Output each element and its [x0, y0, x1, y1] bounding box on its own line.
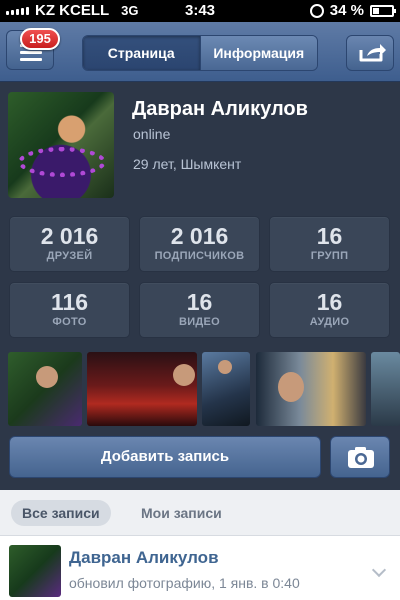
filter-all-posts[interactable]: Все записи: [11, 500, 111, 526]
stat-value: 2 016: [40, 223, 99, 249]
camera-icon: [348, 447, 374, 468]
profile-name: Давран Аликулов: [132, 98, 308, 120]
stat-value: 16: [316, 223, 343, 249]
profile-age-city: 29 лет, Шымкент: [133, 156, 242, 172]
stat-label: ДРУЗЕЙ: [46, 250, 93, 262]
stat-value: 116: [50, 289, 89, 315]
stat-value: 2 016: [170, 223, 229, 249]
photo-thumbnail[interactable]: [8, 352, 82, 426]
share-button[interactable]: [346, 35, 394, 71]
tab-info[interactable]: Информация: [199, 36, 317, 70]
stat-label: ВИДЕО: [178, 316, 221, 328]
stat-videos[interactable]: 16 ВИДЕО: [139, 282, 260, 338]
battery-percent: 34 %: [329, 2, 364, 19]
stat-label: ФОТО: [52, 316, 87, 328]
photo-strip: [0, 352, 400, 426]
stat-value: 16: [186, 289, 213, 315]
stat-label: ПОДПИСЧИКОВ: [154, 250, 245, 262]
stat-label: АУДИО: [309, 316, 350, 328]
post-description: обновил фотографию, 1 янв. в 0:40: [69, 575, 300, 591]
status-bar: KZ KCELL 3G 3:43 34 %: [0, 0, 400, 22]
rotation-lock-icon: [309, 3, 324, 18]
stat-label: ГРУПП: [310, 250, 349, 262]
profile-tabs: Страница Информация: [82, 35, 318, 71]
stat-groups[interactable]: 16 ГРУПП: [269, 216, 390, 272]
photo-thumbnail[interactable]: [202, 352, 250, 426]
online-status: online: [133, 126, 171, 142]
filter-my-posts[interactable]: Мои записи: [130, 500, 233, 526]
post-author-avatar[interactable]: [9, 545, 61, 597]
share-icon: [359, 44, 386, 62]
stat-followers[interactable]: 2 016 ПОДПИСЧИКОВ: [139, 216, 260, 272]
notification-badge[interactable]: 195: [20, 28, 60, 50]
stat-audio[interactable]: 16 АУДИО: [269, 282, 390, 338]
stat-photos[interactable]: 116 ФОТО: [9, 282, 130, 338]
add-post-button[interactable]: Добавить запись: [9, 436, 321, 478]
profile-avatar[interactable]: [8, 92, 114, 198]
feed-filter-bar: Все записи Мои записи: [0, 490, 400, 536]
stat-friends[interactable]: 2 016 ДРУЗЕЙ: [9, 216, 130, 272]
wall-feed: Все записи Мои записи Давран Аликулов об…: [0, 490, 400, 600]
photo-thumbnail[interactable]: [371, 352, 400, 426]
camera-button[interactable]: [330, 436, 390, 478]
stat-value: 16: [316, 289, 343, 315]
chevron-down-icon[interactable]: [371, 562, 387, 578]
navigation-bar: 195 Страница Информация: [0, 22, 400, 82]
photo-thumbnail[interactable]: [87, 352, 197, 426]
battery-icon: [370, 4, 396, 17]
photo-thumbnail[interactable]: [256, 352, 366, 426]
post-author-name[interactable]: Давран Аликулов: [69, 548, 219, 568]
tab-page[interactable]: Страница: [83, 36, 200, 70]
